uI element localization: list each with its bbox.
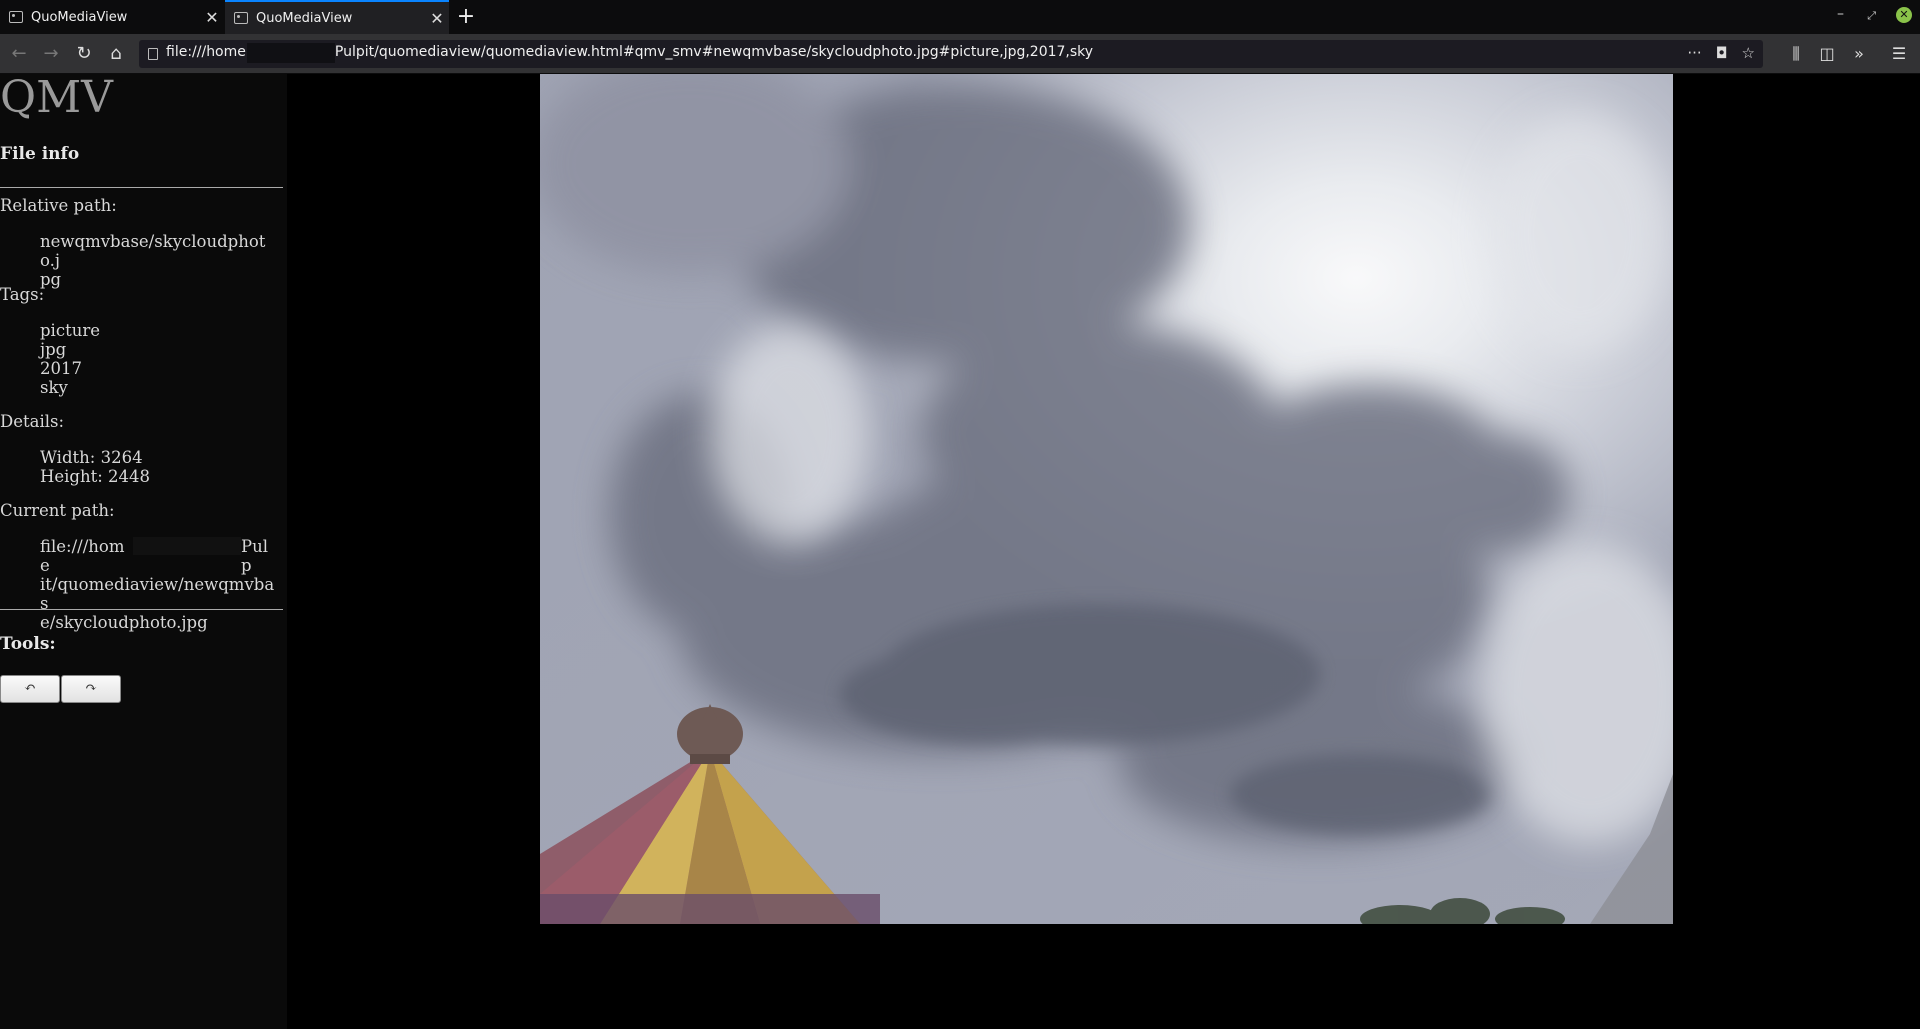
page-actions-icon[interactable]: ··· xyxy=(1687,44,1701,62)
overflow-chevron-icon[interactable]: » xyxy=(1847,42,1871,66)
sky-cloud-photo xyxy=(540,74,1673,924)
url-tools: ··· ◘ ☆ xyxy=(1687,44,1755,62)
url-prefix: file:///home xyxy=(166,44,246,60)
divider xyxy=(0,609,283,610)
relative-path-label: Relative path: xyxy=(0,196,117,215)
new-tab-icon[interactable]: + xyxy=(452,3,480,31)
address-bar[interactable]: file:///home Pulpit/quomediaview/quomedi… xyxy=(139,40,1763,68)
nav-bar: ← → ↻ ⌂ file:///home Pulpit/quomediaview… xyxy=(0,34,1920,74)
relative-path-value: newqmvbase/skycloudphoto.j pg xyxy=(40,232,280,289)
tab-title: QuoMediaView xyxy=(31,9,128,25)
tab-2-active[interactable]: QuoMediaView ✕ xyxy=(225,0,449,34)
width-value: Width: 3264 xyxy=(40,448,143,467)
close-tab-icon[interactable]: ✕ xyxy=(425,9,449,28)
tags-list: picture jpg 2017 sky xyxy=(40,321,280,397)
minimize-icon[interactable]: – xyxy=(1837,6,1844,22)
details-label: Details: xyxy=(0,412,65,431)
rotate-left-button[interactable]: ↶ xyxy=(0,675,60,703)
pocket-icon[interactable]: ◘ xyxy=(1716,44,1728,62)
redacted-segment xyxy=(246,43,335,63)
current-path-label: Current path: xyxy=(0,501,115,520)
tag-item: picture xyxy=(40,321,100,340)
page-info-icon[interactable] xyxy=(148,48,158,60)
page-favicon-icon xyxy=(234,12,248,24)
tag-item: sky xyxy=(40,378,68,397)
tab-bar: QuoMediaView ✕ QuoMediaView ✕ + – ⤢ ✕ xyxy=(0,0,1920,34)
file-info-heading: File info xyxy=(0,144,80,164)
current-path-start: file:///home xyxy=(40,537,125,575)
library-icon[interactable]: ⫼ xyxy=(1784,42,1808,66)
info-sidebar: QMV File info Relative path: newqmvbase/… xyxy=(0,72,287,1029)
displayed-photo[interactable] xyxy=(540,74,1673,924)
tag-item: 2017 xyxy=(40,359,82,378)
sidebar-toggle-icon[interactable]: ◫ xyxy=(1815,42,1839,66)
tools-heading: Tools: xyxy=(0,634,56,654)
current-path-line: e/skycloudphoto.jpg xyxy=(40,613,208,632)
back-icon[interactable]: ← xyxy=(7,42,31,66)
rotate-right-button[interactable]: ↷ xyxy=(61,675,121,703)
current-path-line: file:///home Pulp xyxy=(40,537,278,575)
restore-icon[interactable]: ⤢ xyxy=(1867,9,1876,23)
current-path-value: file:///home Pulp it/quomediaview/newqmv… xyxy=(40,537,280,632)
height-value: Height: 2448 xyxy=(40,467,151,486)
app-logo: QMV xyxy=(0,72,113,123)
bookmark-star-icon[interactable]: ☆ xyxy=(1742,44,1755,62)
divider xyxy=(0,187,283,188)
forward-icon[interactable]: → xyxy=(39,42,63,66)
menu-hamburger-icon[interactable]: ☰ xyxy=(1887,42,1911,66)
url-suffix: Pulpit/quomediaview/quomediaview.html#qm… xyxy=(334,44,1094,60)
home-icon[interactable]: ⌂ xyxy=(104,42,128,66)
page-content: QMV File info Relative path: newqmvbase/… xyxy=(0,72,1920,1029)
tags-label: Tags: xyxy=(0,285,45,304)
current-path-end: Pulp xyxy=(241,537,269,575)
tab-title: QuoMediaView xyxy=(256,10,353,26)
relative-path-line: newqmvbase/skycloudphoto.j xyxy=(40,232,266,270)
relative-path-line: pg xyxy=(40,270,62,289)
close-tab-icon[interactable]: ✕ xyxy=(200,8,224,27)
redacted-segment xyxy=(132,537,242,555)
details-list: Width: 3264 Height: 2448 xyxy=(40,448,280,486)
url-text[interactable]: file:///home Pulpit/quomediaview/quomedi… xyxy=(166,43,1094,64)
current-path-line: it/quomediaview/newqmvbas xyxy=(40,575,275,613)
tag-item: jpg xyxy=(40,340,67,359)
page-favicon-icon xyxy=(9,11,23,23)
window-close-icon[interactable]: ✕ xyxy=(1896,7,1912,23)
tab-1[interactable]: QuoMediaView ✕ xyxy=(0,0,224,34)
reload-icon[interactable]: ↻ xyxy=(72,42,96,66)
